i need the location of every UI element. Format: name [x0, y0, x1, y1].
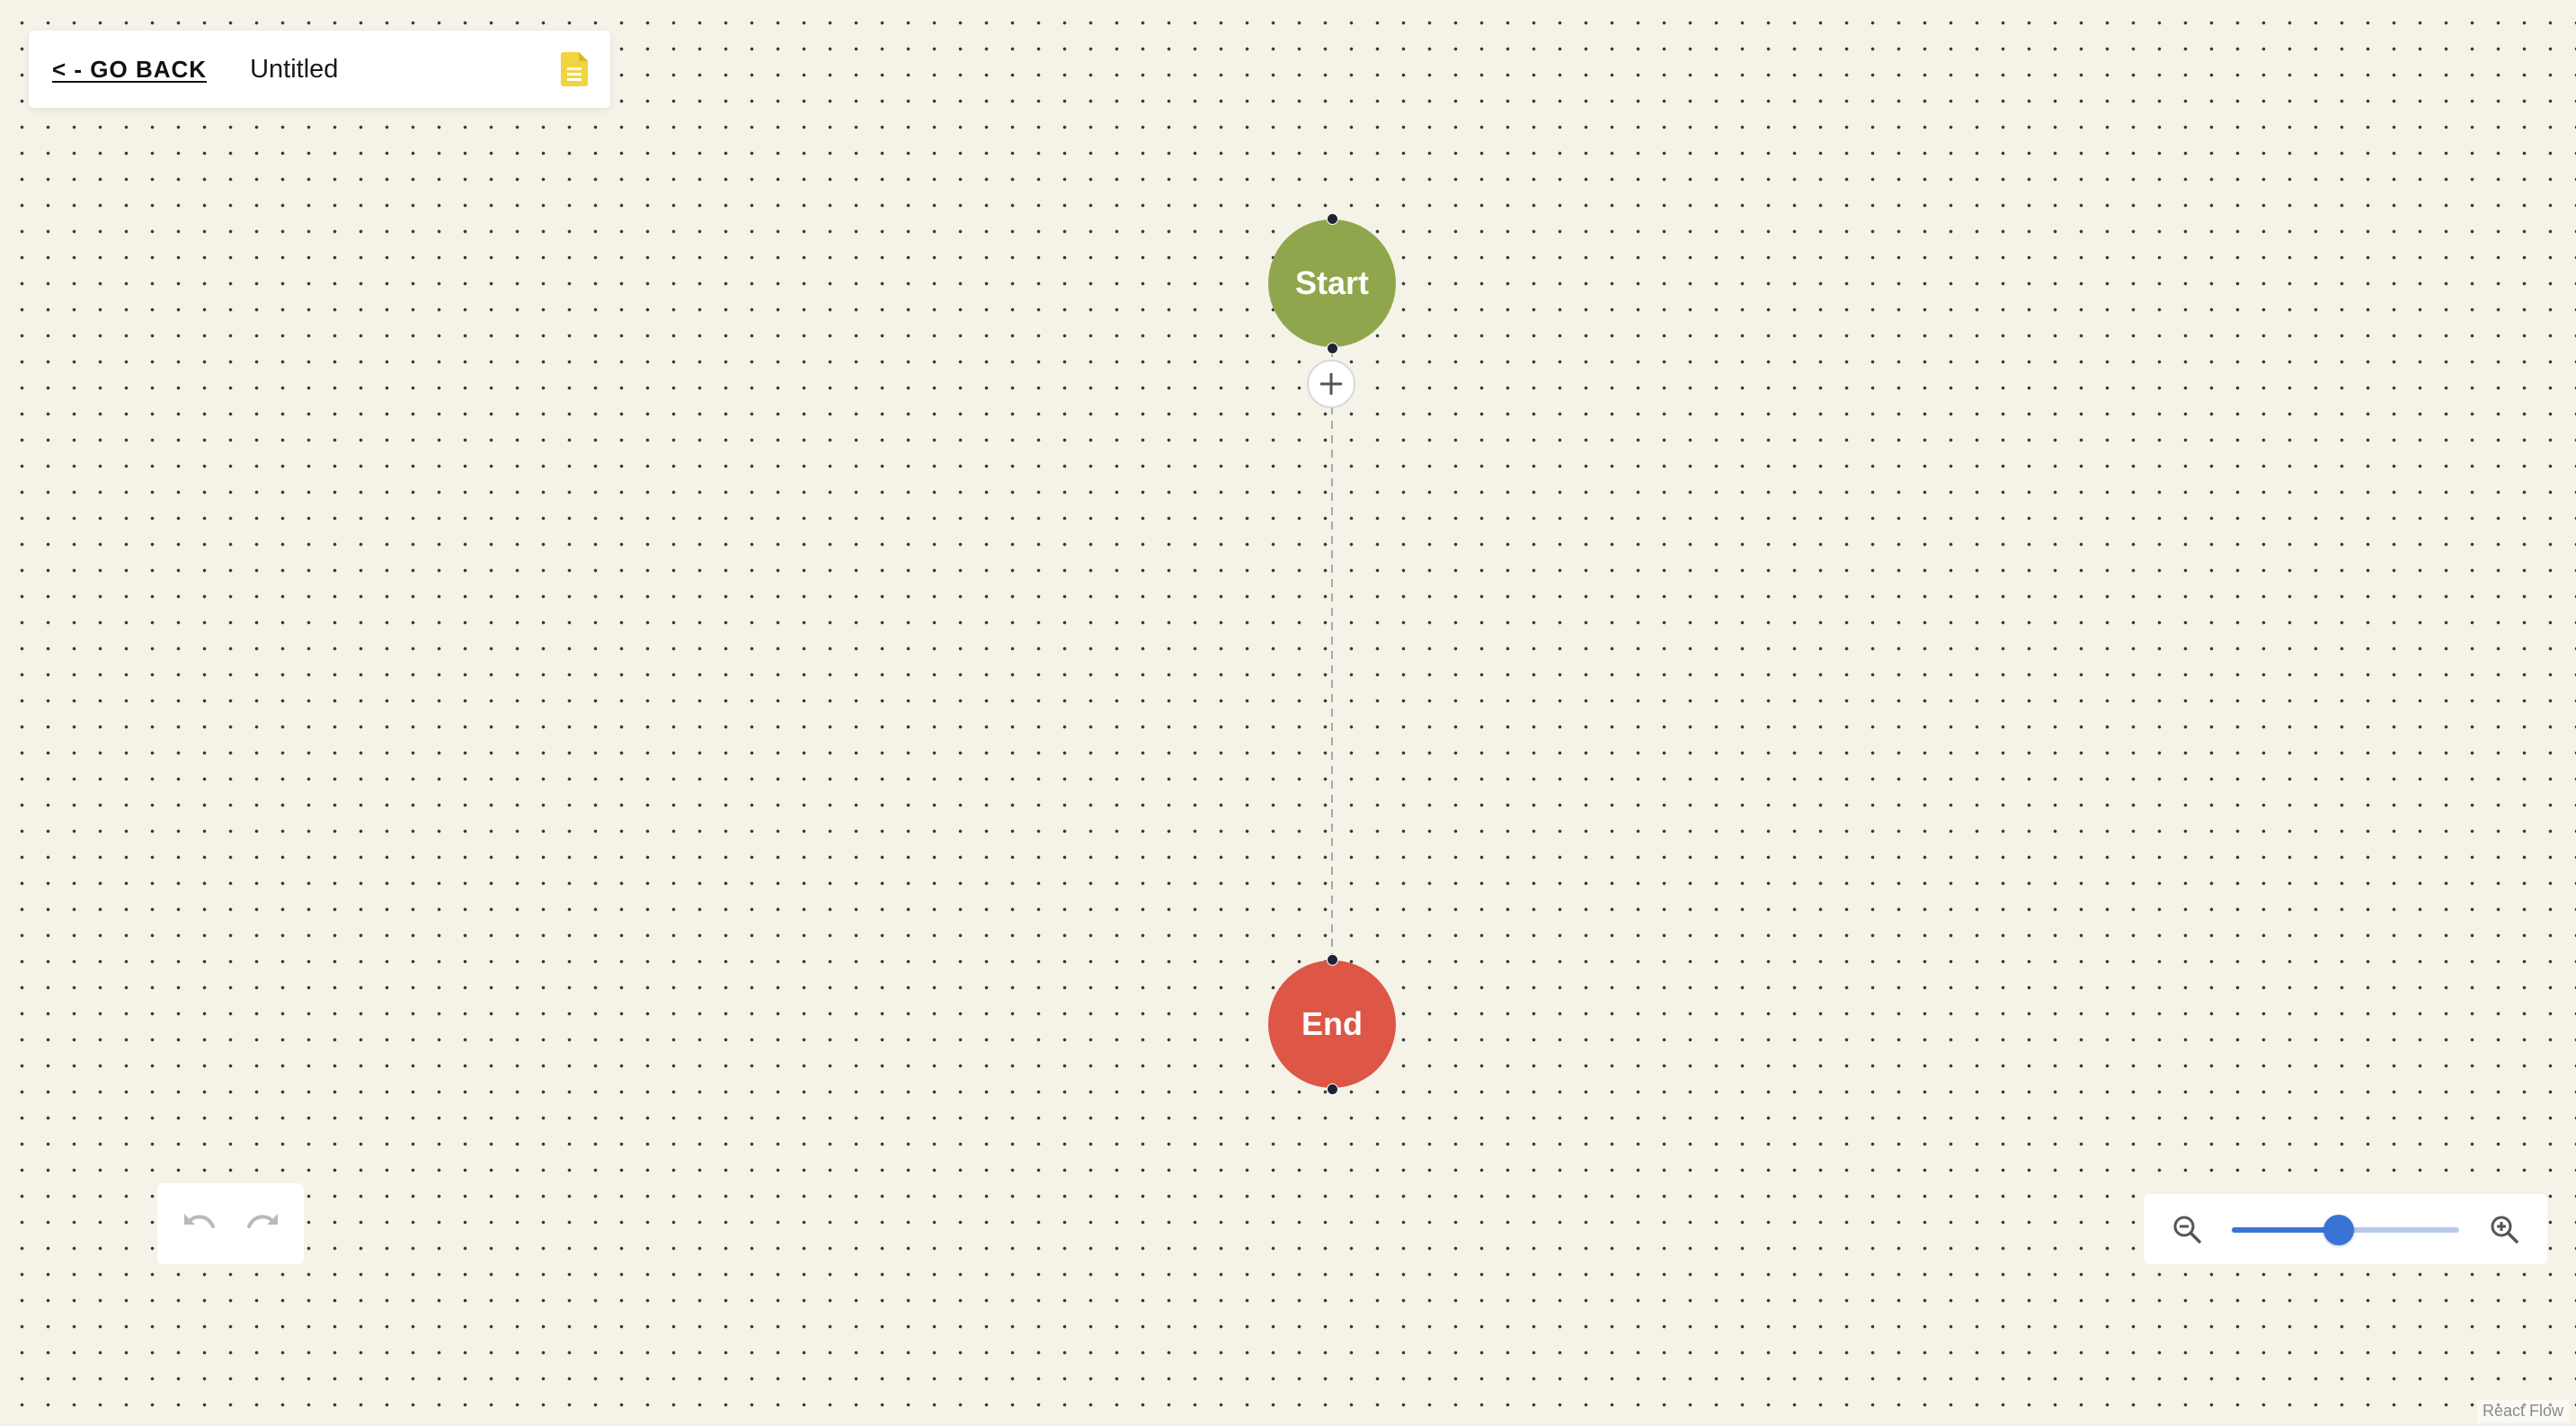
go-back-link[interactable]: < - GO BACK: [52, 56, 207, 84]
zoom-slider-thumb[interactable]: [2323, 1215, 2354, 1245]
redo-button[interactable]: [243, 1203, 284, 1244]
zoom-in-button[interactable]: [2486, 1211, 2522, 1247]
end-node-top-handle[interactable]: [1327, 954, 1338, 966]
zoom-slider[interactable]: [2232, 1211, 2459, 1247]
start-node-top-handle[interactable]: [1327, 213, 1338, 225]
zoom-out-button[interactable]: [2169, 1211, 2205, 1247]
history-panel: [157, 1183, 304, 1264]
plus-icon: [1320, 373, 1342, 395]
zoom-out-icon: [2173, 1216, 2201, 1243]
add-step-button[interactable]: [1307, 360, 1355, 408]
end-node-label: End: [1301, 1005, 1363, 1042]
document-title[interactable]: Untitled: [250, 55, 560, 85]
start-node-bottom-handle[interactable]: [1327, 343, 1338, 354]
zoom-panel: [2144, 1194, 2547, 1264]
document-icon[interactable]: [560, 51, 589, 87]
start-node-label: Start: [1294, 264, 1370, 301]
start-node[interactable]: Start: [1268, 219, 1396, 347]
redo-icon: [246, 1214, 278, 1228]
undo-button[interactable]: [178, 1203, 219, 1244]
react-flow-attribution[interactable]: React Flow: [2476, 1400, 2569, 1422]
end-node[interactable]: End: [1268, 960, 1396, 1088]
end-node-bottom-handle[interactable]: [1327, 1083, 1338, 1095]
undo-icon: [183, 1214, 215, 1228]
zoom-in-icon: [2491, 1216, 2518, 1243]
header-panel: < - GO BACK Untitled: [29, 31, 610, 108]
